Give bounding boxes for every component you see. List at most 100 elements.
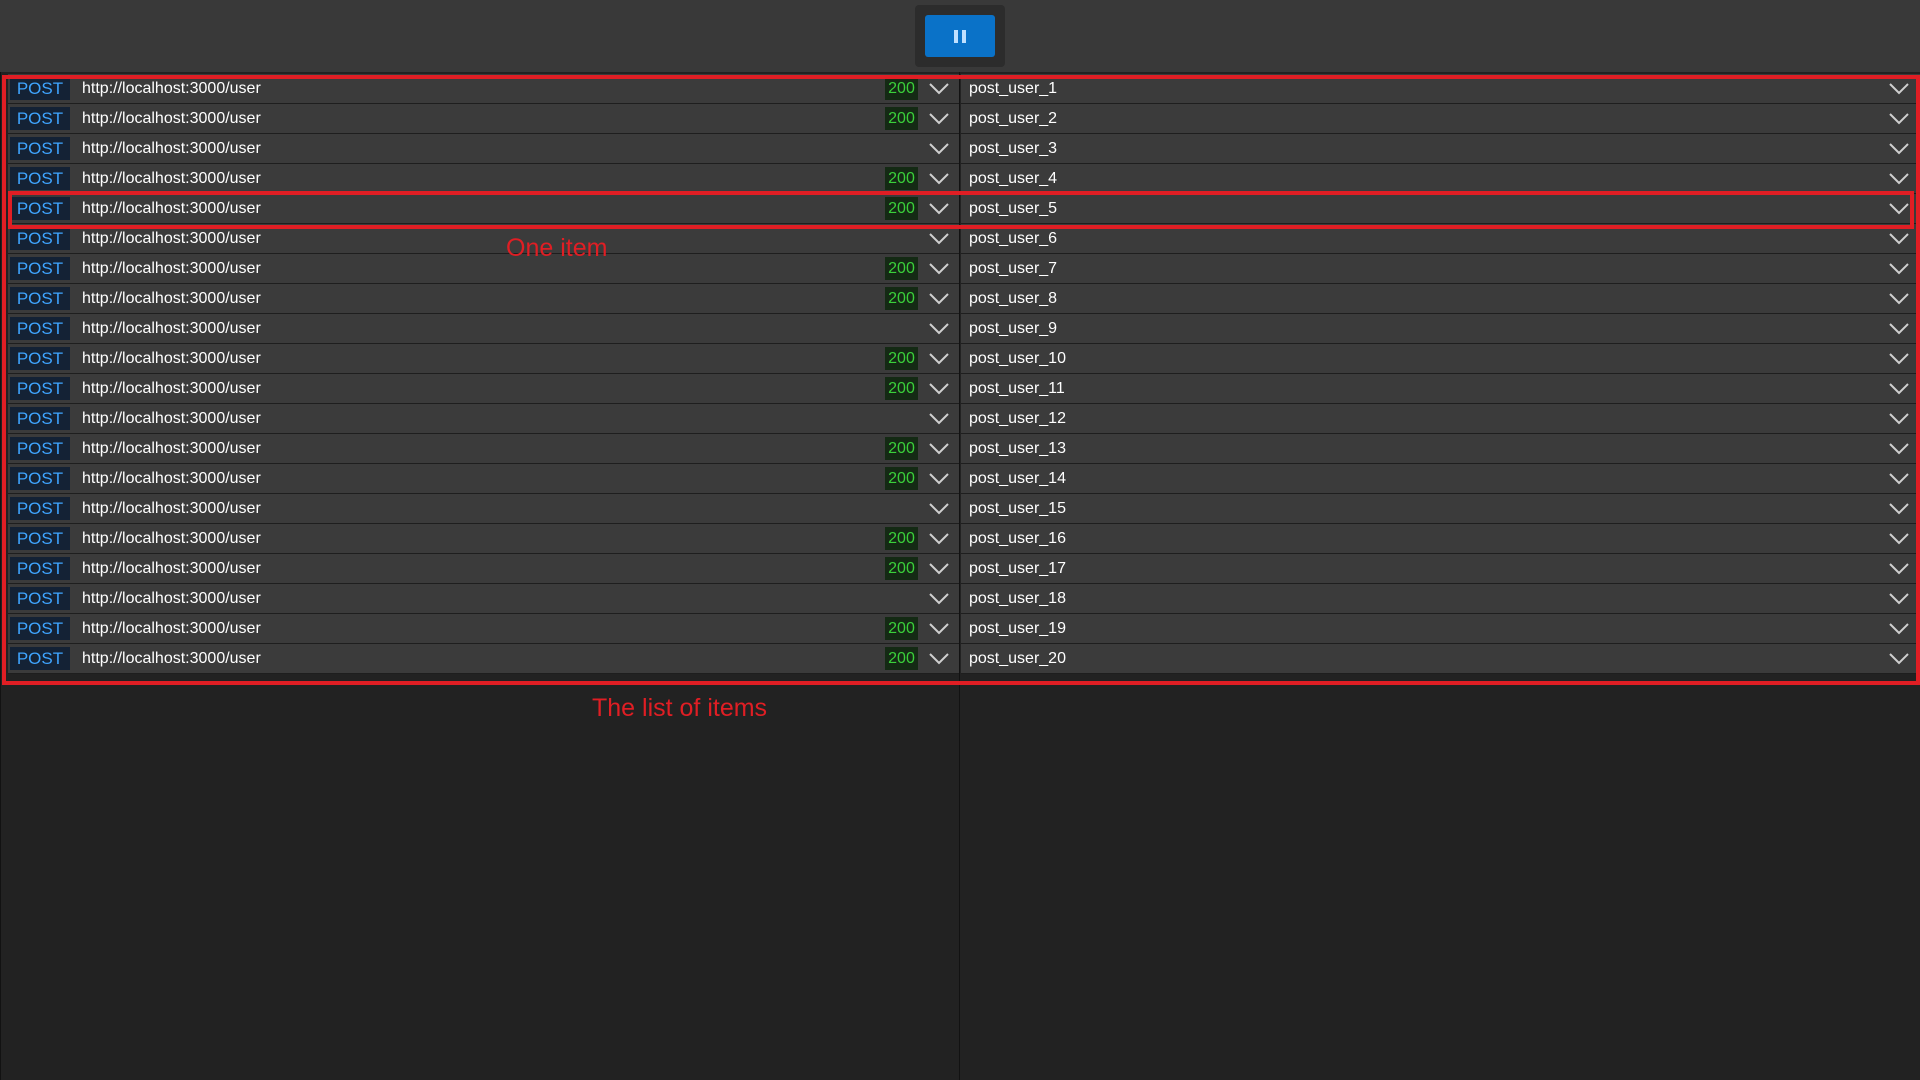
response-row[interactable]: post_user_15 — [961, 494, 1920, 524]
pause-button-wrapper — [915, 5, 1005, 67]
request-row[interactable]: POST http://localhost:3000/user 200 — [8, 284, 959, 314]
chevron-down-icon[interactable] — [1888, 262, 1910, 276]
chevron-down-icon[interactable] — [928, 292, 950, 306]
chevron-down-icon[interactable] — [928, 142, 950, 156]
request-row[interactable]: POST http://localhost:3000/user 200 — [8, 104, 959, 134]
request-row[interactable]: POST http://localhost:3000/user 200 — [8, 524, 959, 554]
request-url: http://localhost:3000/user — [82, 500, 261, 517]
request-row[interactable]: POST http://localhost:3000/user 200 — [8, 74, 959, 104]
request-url: http://localhost:3000/user — [82, 380, 261, 397]
chevron-down-icon[interactable] — [1888, 502, 1910, 516]
chevron-down-icon[interactable] — [928, 652, 950, 666]
method-badge: POST — [10, 587, 70, 610]
chevron-down-icon[interactable] — [928, 112, 950, 126]
method-badge: POST — [10, 377, 70, 400]
chevron-down-icon[interactable] — [1888, 472, 1910, 486]
request-row[interactable]: POST http://localhost:3000/user 200 — [8, 434, 959, 464]
request-row[interactable]: POST http://localhost:3000/user — [8, 584, 959, 614]
response-row[interactable]: post_user_7 — [961, 254, 1920, 284]
pause-icon-bar — [962, 30, 966, 43]
request-row[interactable]: POST http://localhost:3000/user — [8, 494, 959, 524]
chevron-down-icon[interactable] — [928, 622, 950, 636]
response-row[interactable]: post_user_5 — [961, 194, 1920, 224]
chevron-down-icon[interactable] — [928, 172, 950, 186]
chevron-down-icon[interactable] — [1888, 352, 1910, 366]
chevron-down-icon[interactable] — [928, 592, 950, 606]
request-row[interactable]: POST http://localhost:3000/user 200 — [8, 344, 959, 374]
response-row[interactable]: post_user_20 — [961, 644, 1920, 674]
chevron-down-icon[interactable] — [1888, 82, 1910, 96]
chevron-down-icon[interactable] — [1888, 172, 1910, 186]
response-row[interactable]: post_user_4 — [961, 164, 1920, 194]
chevron-down-icon[interactable] — [928, 382, 950, 396]
request-row[interactable]: POST http://localhost:3000/user 200 — [8, 164, 959, 194]
method-badge: POST — [10, 167, 70, 190]
chevron-down-icon[interactable] — [928, 262, 950, 276]
response-row[interactable]: post_user_13 — [961, 434, 1920, 464]
chevron-down-icon[interactable] — [1888, 382, 1910, 396]
chevron-down-icon[interactable] — [928, 322, 950, 336]
chevron-down-icon[interactable] — [1888, 142, 1910, 156]
response-row[interactable]: post_user_12 — [961, 404, 1920, 434]
chevron-down-icon[interactable] — [1888, 622, 1910, 636]
request-url: http://localhost:3000/user — [82, 170, 261, 187]
chevron-down-icon[interactable] — [1888, 232, 1910, 246]
response-row[interactable]: post_user_10 — [961, 344, 1920, 374]
chevron-down-icon[interactable] — [928, 442, 950, 456]
request-name: post_user_6 — [969, 230, 1058, 247]
request-name: post_user_4 — [969, 170, 1058, 187]
pause-button[interactable] — [925, 15, 995, 57]
request-row[interactable]: POST http://localhost:3000/user — [8, 134, 959, 164]
chevron-down-icon[interactable] — [928, 82, 950, 96]
request-row[interactable]: POST http://localhost:3000/user 200 — [8, 464, 959, 494]
chevron-down-icon[interactable] — [928, 472, 950, 486]
chevron-down-icon[interactable] — [928, 232, 950, 246]
chevron-down-icon[interactable] — [1888, 442, 1910, 456]
request-row[interactable]: POST http://localhost:3000/user 200 — [8, 644, 959, 674]
chevron-down-icon[interactable] — [928, 532, 950, 546]
method-badge: POST — [10, 617, 70, 640]
chevron-down-icon[interactable] — [1888, 322, 1910, 336]
response-row[interactable]: post_user_6 — [961, 224, 1920, 254]
chevron-down-icon[interactable] — [1888, 562, 1910, 576]
chevron-down-icon[interactable] — [928, 352, 950, 366]
response-row[interactable]: post_user_9 — [961, 314, 1920, 344]
request-row[interactable]: POST http://localhost:3000/user — [8, 404, 959, 434]
request-row[interactable]: POST http://localhost:3000/user 200 — [8, 374, 959, 404]
response-row[interactable]: post_user_8 — [961, 284, 1920, 314]
request-row[interactable]: POST http://localhost:3000/user 200 — [8, 254, 959, 284]
request-row[interactable]: POST http://localhost:3000/user 200 — [8, 194, 959, 224]
chevron-down-icon[interactable] — [1888, 532, 1910, 546]
method-badge: POST — [10, 647, 70, 670]
response-row[interactable]: post_user_1 — [961, 74, 1920, 104]
request-url: http://localhost:3000/user — [82, 260, 261, 277]
response-row[interactable]: post_user_2 — [961, 104, 1920, 134]
response-row[interactable]: post_user_18 — [961, 584, 1920, 614]
chevron-down-icon[interactable] — [1888, 202, 1910, 216]
response-row[interactable]: post_user_11 — [961, 374, 1920, 404]
list-item: POST http://localhost:3000/user 200 post_us… — [0, 614, 1920, 644]
chevron-down-icon[interactable] — [928, 202, 950, 216]
chevron-down-icon[interactable] — [1888, 592, 1910, 606]
response-row[interactable]: post_user_3 — [961, 134, 1920, 164]
chevron-down-icon[interactable] — [1888, 652, 1910, 666]
chevron-down-icon[interactable] — [1888, 412, 1910, 426]
chevron-down-icon[interactable] — [928, 562, 950, 576]
method-badge: POST — [10, 497, 70, 520]
chevron-down-icon[interactable] — [928, 412, 950, 426]
response-row[interactable]: post_user_16 — [961, 524, 1920, 554]
request-row[interactable]: POST http://localhost:3000/user — [8, 224, 959, 254]
request-name: post_user_2 — [969, 110, 1058, 127]
chevron-down-icon[interactable] — [1888, 112, 1910, 126]
request-url: http://localhost:3000/user — [82, 230, 261, 247]
status-badge: 200 — [885, 467, 918, 490]
request-row[interactable]: POST http://localhost:3000/user 200 — [8, 554, 959, 584]
method-badge: POST — [10, 287, 70, 310]
response-row[interactable]: post_user_14 — [961, 464, 1920, 494]
chevron-down-icon[interactable] — [928, 502, 950, 516]
response-row[interactable]: post_user_17 — [961, 554, 1920, 584]
response-row[interactable]: post_user_19 — [961, 614, 1920, 644]
request-row[interactable]: POST http://localhost:3000/user — [8, 314, 959, 344]
chevron-down-icon[interactable] — [1888, 292, 1910, 306]
request-row[interactable]: POST http://localhost:3000/user 200 — [8, 614, 959, 644]
